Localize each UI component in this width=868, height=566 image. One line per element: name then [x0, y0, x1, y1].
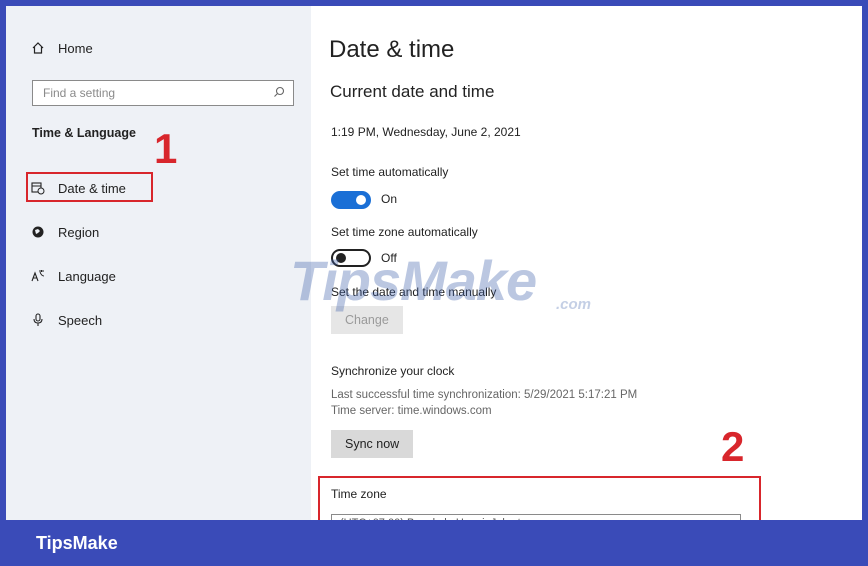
sidebar-item-label: Language [58, 268, 116, 284]
set-time-auto-state: On [381, 192, 398, 206]
annotation-highlight-box [318, 476, 761, 526]
set-time-auto-toggle[interactable] [331, 191, 371, 209]
sidebar-item-home[interactable]: Home [30, 40, 93, 56]
set-timezone-auto-label: Set time zone automatically [331, 225, 478, 239]
sidebar-item-label: Home [58, 40, 93, 56]
change-button[interactable]: Change [331, 306, 403, 334]
annotation-highlight-box [26, 172, 153, 202]
search-icon[interactable] [273, 86, 285, 101]
sidebar-item-label: Speech [58, 312, 103, 328]
current-datetime: 1:19 PM, Wednesday, June 2, 2021 [331, 125, 521, 139]
home-icon [30, 40, 46, 56]
sidebar: Home Time & Language Date & time Region … [6, 6, 311, 520]
footer-bar: TipsMake [0, 520, 868, 566]
page-title: Date & time [329, 36, 455, 63]
annotation-marker-2: 2 [721, 423, 745, 470]
sidebar-item-label: Region [58, 224, 100, 240]
search-input[interactable] [41, 85, 273, 101]
sidebar-item-region[interactable]: Region [30, 224, 99, 240]
annotation-marker-1: 1 [154, 125, 178, 172]
set-timezone-auto-state: Off [381, 251, 397, 265]
set-time-auto-label: Set time automatically [331, 165, 449, 179]
sync-now-button[interactable]: Sync now [331, 430, 414, 458]
main-content: Date & time Current date and time 1:19 P… [311, 6, 862, 528]
last-sync-text: Last successful time synchronization: 5/… [331, 389, 638, 401]
language-icon [30, 268, 46, 284]
toggle-knob [336, 253, 346, 263]
search-field[interactable] [32, 80, 294, 106]
sidebar-item-speech[interactable]: Speech [30, 312, 102, 328]
sidebar-item-language[interactable]: Language [30, 268, 116, 284]
set-manual-label: Set the date and time manually [331, 285, 497, 299]
globe-icon [30, 224, 46, 240]
footer-brand: TipsMake [36, 533, 118, 553]
time-server-text: Time server: time.windows.com [331, 405, 492, 417]
toggle-knob [356, 195, 366, 205]
sync-title: Synchronize your clock [331, 364, 455, 378]
set-timezone-auto-toggle[interactable] [331, 249, 371, 267]
microphone-icon [30, 312, 46, 328]
sidebar-section-title: Time & Language [32, 126, 136, 140]
section-title: Current date and time [330, 82, 495, 101]
